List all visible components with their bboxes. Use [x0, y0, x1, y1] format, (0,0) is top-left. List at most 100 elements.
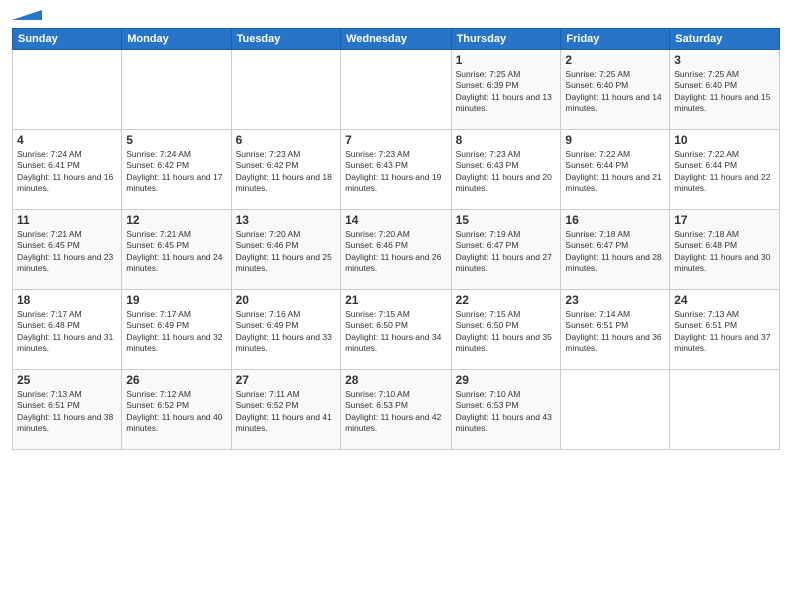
calendar-cell — [13, 50, 122, 130]
calendar-cell — [670, 370, 780, 450]
calendar-cell: 19Sunrise: 7:17 AMSunset: 6:49 PMDayligh… — [122, 290, 231, 370]
day-number: 22 — [456, 293, 557, 307]
calendar-cell: 1 Sunrise: 7:25 AMSunset: 6:39 PMDaylight… — [451, 50, 561, 130]
day-of-week-header: Wednesday — [341, 29, 452, 50]
day-number: 18 — [17, 293, 117, 307]
calendar-cell: 15 Sunrise: 7:19 AMSunset: 6:47 PMDayligh… — [451, 210, 561, 290]
calendar-cell: 9 Sunrise: 7:22 AMSunset: 6:44 PMDaylight… — [561, 130, 670, 210]
calendar-cell: 24 Sunrise: 7:13 AMSunset: 6:51 PMDayligh… — [670, 290, 780, 370]
day-detail: Sunrise: 7:25 AMSunset: 6:40 PMDaylight:… — [674, 69, 775, 115]
day-number: 20 — [236, 293, 336, 307]
day-number: 25 — [17, 373, 117, 387]
day-number: 6 — [236, 133, 336, 147]
day-detail: Sunrise: 7:22 AMSunset: 6:44 PMDaylight:… — [565, 149, 665, 195]
day-number: 13 — [236, 213, 336, 227]
day-number: 1 — [456, 53, 557, 67]
calendar-cell: 6 Sunrise: 7:23 AMSunset: 6:42 PMDaylight… — [231, 130, 340, 210]
day-of-week-header: Thursday — [451, 29, 561, 50]
day-detail: Sunrise: 7:15 AMSunset: 6:50 PMDaylight:… — [456, 309, 557, 355]
day-number: 16 — [565, 213, 665, 227]
day-number: 15 — [456, 213, 557, 227]
day-number: 7 — [345, 133, 447, 147]
calendar-week-row: 1 Sunrise: 7:25 AMSunset: 6:39 PMDaylight… — [13, 50, 780, 130]
calendar-cell: 5 Sunrise: 7:24 AMSunset: 6:42 PMDaylight… — [122, 130, 231, 210]
calendar-cell: 2 Sunrise: 7:25 AMSunset: 6:40 PMDaylight… — [561, 50, 670, 130]
day-number: 2 — [565, 53, 665, 67]
day-number: 8 — [456, 133, 557, 147]
day-of-week-header: Tuesday — [231, 29, 340, 50]
calendar-cell — [341, 50, 452, 130]
calendar-cell: 21 Sunrise: 7:15 AMSunset: 6:50 PMDayligh… — [341, 290, 452, 370]
day-number: 3 — [674, 53, 775, 67]
day-detail: Sunrise: 7:24 AMSunset: 6:42 PMDaylight:… — [126, 149, 226, 195]
day-of-week-header: Saturday — [670, 29, 780, 50]
day-detail: Sunrise: 7:13 AMSunset: 6:51 PMDaylight:… — [674, 309, 775, 355]
calendar-cell: 29 Sunrise: 7:10 AMSunset: 6:53 PMDayligh… — [451, 370, 561, 450]
calendar-cell: 23Sunrise: 7:14 AMSunset: 6:51 PMDayligh… — [561, 290, 670, 370]
day-number: 24 — [674, 293, 775, 307]
logo — [12, 10, 42, 20]
calendar-cell: 13 Sunrise: 7:20 AMSunset: 6:46 PMDayligh… — [231, 210, 340, 290]
day-detail: Sunrise: 7:22 AMSunset: 6:44 PMDaylight:… — [674, 149, 775, 195]
logo-icon — [12, 10, 42, 20]
day-detail: Sunrise: 7:15 AMSunset: 6:50 PMDaylight:… — [345, 309, 447, 355]
calendar-cell: 11 Sunrise: 7:21 AMSunset: 6:45 PMDayligh… — [13, 210, 122, 290]
day-detail: Sunrise: 7:17 AMSunset: 6:48 PMDaylight:… — [17, 309, 117, 355]
day-number: 14 — [345, 213, 447, 227]
day-number: 5 — [126, 133, 226, 147]
day-number: 12 — [126, 213, 226, 227]
calendar-cell: 14 Sunrise: 7:20 AMSunset: 6:46 PMDayligh… — [341, 210, 452, 290]
day-detail: Sunrise: 7:10 AMSunset: 6:53 PMDaylight:… — [345, 389, 447, 435]
day-detail: Sunrise: 7:18 AMSunset: 6:47 PMDaylight:… — [565, 229, 665, 275]
calendar-cell — [561, 370, 670, 450]
calendar-week-row: 18 Sunrise: 7:17 AMSunset: 6:48 PMDayligh… — [13, 290, 780, 370]
day-detail: Sunrise: 7:13 AMSunset: 6:51 PMDaylight:… — [17, 389, 117, 435]
day-detail: Sunrise: 7:12 AMSunset: 6:52 PMDaylight:… — [126, 389, 226, 435]
calendar-table: SundayMondayTuesdayWednesdayThursdayFrid… — [12, 28, 780, 450]
day-number: 28 — [345, 373, 447, 387]
calendar-cell: 26Sunrise: 7:12 AMSunset: 6:52 PMDayligh… — [122, 370, 231, 450]
calendar-cell — [122, 50, 231, 130]
day-detail: Sunrise: 7:21 AMSunset: 6:45 PMDaylight:… — [126, 229, 226, 275]
day-number: 29 — [456, 373, 557, 387]
day-detail: Sunrise: 7:20 AMSunset: 6:46 PMDaylight:… — [345, 229, 447, 275]
day-detail: Sunrise: 7:23 AMSunset: 6:43 PMDaylight:… — [345, 149, 447, 195]
day-of-week-header: Monday — [122, 29, 231, 50]
calendar-cell: 10 Sunrise: 7:22 AMSunset: 6:44 PMDayligh… — [670, 130, 780, 210]
calendar-cell: 16 Sunrise: 7:18 AMSunset: 6:47 PMDayligh… — [561, 210, 670, 290]
calendar-week-row: 11 Sunrise: 7:21 AMSunset: 6:45 PMDayligh… — [13, 210, 780, 290]
day-number: 23 — [565, 293, 665, 307]
day-detail: Sunrise: 7:23 AMSunset: 6:42 PMDaylight:… — [236, 149, 336, 195]
day-of-week-header: Friday — [561, 29, 670, 50]
calendar-cell: 20Sunrise: 7:16 AMSunset: 6:49 PMDayligh… — [231, 290, 340, 370]
day-detail: Sunrise: 7:25 AMSunset: 6:39 PMDaylight:… — [456, 69, 557, 115]
day-number: 9 — [565, 133, 665, 147]
day-detail: Sunrise: 7:21 AMSunset: 6:45 PMDaylight:… — [17, 229, 117, 275]
calendar-cell: 8 Sunrise: 7:23 AMSunset: 6:43 PMDaylight… — [451, 130, 561, 210]
day-detail: Sunrise: 7:19 AMSunset: 6:47 PMDaylight:… — [456, 229, 557, 275]
calendar-cell — [231, 50, 340, 130]
day-detail: Sunrise: 7:20 AMSunset: 6:46 PMDaylight:… — [236, 229, 336, 275]
day-detail: Sunrise: 7:17 AMSunset: 6:49 PMDaylight:… — [126, 309, 226, 355]
day-detail: Sunrise: 7:24 AMSunset: 6:41 PMDaylight:… — [17, 149, 117, 195]
calendar-cell: 22 Sunrise: 7:15 AMSunset: 6:50 PMDayligh… — [451, 290, 561, 370]
day-detail: Sunrise: 7:23 AMSunset: 6:43 PMDaylight:… — [456, 149, 557, 195]
calendar-cell: 18 Sunrise: 7:17 AMSunset: 6:48 PMDayligh… — [13, 290, 122, 370]
day-of-week-header: Sunday — [13, 29, 122, 50]
day-number: 10 — [674, 133, 775, 147]
calendar-cell: 28 Sunrise: 7:10 AMSunset: 6:53 PMDayligh… — [341, 370, 452, 450]
calendar-week-row: 25 Sunrise: 7:13 AMSunset: 6:51 PMDayligh… — [13, 370, 780, 450]
calendar-cell: 3 Sunrise: 7:25 AMSunset: 6:40 PMDaylight… — [670, 50, 780, 130]
day-detail: Sunrise: 7:10 AMSunset: 6:53 PMDaylight:… — [456, 389, 557, 435]
calendar-cell: 7 Sunrise: 7:23 AMSunset: 6:43 PMDaylight… — [341, 130, 452, 210]
day-detail: Sunrise: 7:11 AMSunset: 6:52 PMDaylight:… — [236, 389, 336, 435]
day-number: 21 — [345, 293, 447, 307]
calendar-cell: 17Sunrise: 7:18 AMSunset: 6:48 PMDayligh… — [670, 210, 780, 290]
day-detail: Sunrise: 7:18 AMSunset: 6:48 PMDaylight:… — [674, 229, 775, 275]
day-number: 27 — [236, 373, 336, 387]
day-detail: Sunrise: 7:25 AMSunset: 6:40 PMDaylight:… — [565, 69, 665, 115]
header — [12, 10, 780, 20]
calendar-page: SundayMondayTuesdayWednesdayThursdayFrid… — [0, 0, 792, 612]
day-number: 11 — [17, 213, 117, 227]
day-number: 4 — [17, 133, 117, 147]
